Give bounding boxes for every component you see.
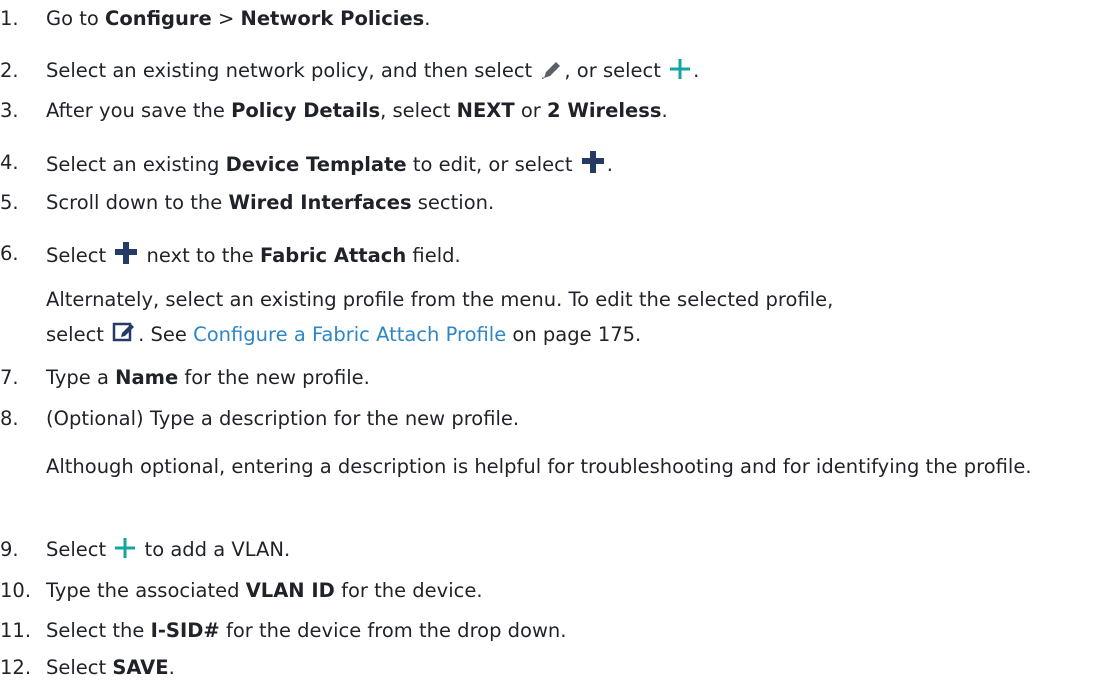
wireless-label: 2 Wireless xyxy=(546,99,662,122)
step-number: 7. xyxy=(0,366,19,389)
step-number: 2. xyxy=(0,59,19,82)
step-number: 8. xyxy=(0,407,19,430)
step-3-text: After you save the Policy Details, selec… xyxy=(46,99,668,122)
plus-icon xyxy=(114,241,138,265)
configure-label: Configure xyxy=(105,7,212,30)
step-6-note-line-1: Alternately, select an existing profile … xyxy=(46,288,834,311)
step-number: 11. xyxy=(0,619,32,642)
device-template-label: Device Template xyxy=(225,153,407,176)
step-9-text: Select to add a VLAN. xyxy=(46,537,291,561)
step-number: 10. xyxy=(0,579,32,602)
step-10-text: Type the associated VLAN ID for the devi… xyxy=(46,579,483,602)
fabric-attach-label: Fabric Attach xyxy=(259,244,407,267)
step-8-note: Although optional, entering a descriptio… xyxy=(46,455,1032,478)
step-number: 4. xyxy=(0,151,19,174)
network-policies-label: Network Policies xyxy=(240,7,425,30)
configure-fabric-attach-profile-link[interactable]: Configure a Fabric Attach Profile xyxy=(193,323,506,346)
step-number: 5. xyxy=(0,191,19,214)
step-6-text: Select next to the Fabric Attach field. xyxy=(46,241,1114,269)
plus-icon xyxy=(114,537,136,559)
policy-details-label: Policy Details xyxy=(231,99,381,122)
step-2-text: Select an existing network policy, and t… xyxy=(46,58,700,82)
procedure-document: 1. Go to Configure > Network Policies. 2… xyxy=(0,0,1118,683)
step-5-text: Scroll down to the Wired Interfaces sect… xyxy=(46,191,495,214)
step-number: 1. xyxy=(0,7,19,30)
plus-icon xyxy=(581,150,605,174)
wired-interfaces-label: Wired Interfaces xyxy=(228,191,412,214)
edit-square-icon xyxy=(112,322,136,344)
step-8-text: (Optional) Type a description for the ne… xyxy=(46,407,520,430)
step-6-note-line-2: select . See Configure a Fabric Attach P… xyxy=(46,322,642,346)
step-number: 3. xyxy=(0,99,19,122)
vlan-id-label: VLAN ID xyxy=(245,579,335,602)
step-7-text: Type a Name for the new profile. xyxy=(46,366,370,389)
step-number: 6. xyxy=(0,242,19,265)
pencil-icon xyxy=(540,58,562,80)
i-sid-label: I-SID# xyxy=(150,619,220,642)
next-label: NEXT xyxy=(456,99,515,122)
step-number: 9. xyxy=(0,538,19,561)
step-11-text: Select the I-SID# for the device from th… xyxy=(46,619,567,642)
name-label: Name xyxy=(115,366,179,389)
save-label: SAVE xyxy=(112,656,169,679)
step-12-text: Select SAVE. xyxy=(46,656,175,679)
step-1-text: Go to Configure > Network Policies. xyxy=(46,7,431,30)
step-number: 12. xyxy=(0,656,32,679)
step-4-text: Select an existing Device Template to ed… xyxy=(46,150,1114,178)
plus-icon xyxy=(669,58,691,80)
